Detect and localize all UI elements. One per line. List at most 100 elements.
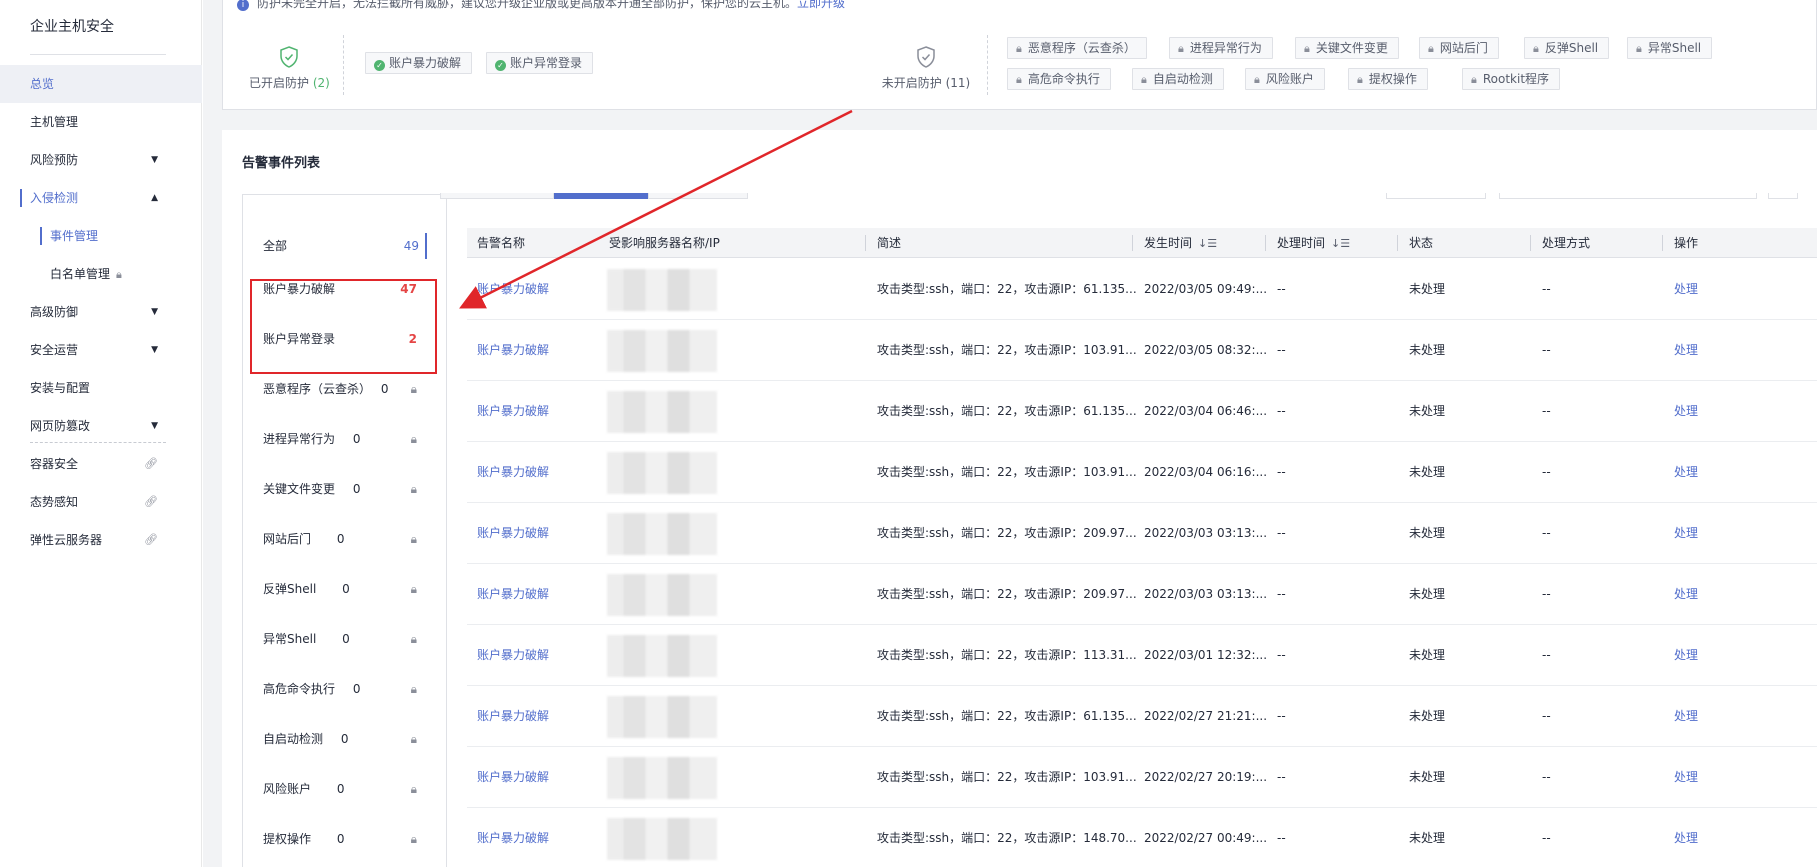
category-count: 0	[352, 482, 361, 496]
lock-icon: 🔒︎	[1471, 73, 1477, 86]
disabled-tag[interactable]: 🔒︎ 异常Shell	[1627, 37, 1713, 59]
occur-time: 2022/02/27 00:49:...	[1144, 831, 1268, 845]
disabled-tag[interactable]: 🔒︎ 高危命令执行	[1007, 68, 1111, 90]
divider	[343, 35, 344, 95]
status-text: 未处理	[1409, 587, 1446, 601]
category-dangerous-command[interactable]: 高危命令执行 0 🔒︎	[243, 664, 447, 714]
select-fragment[interactable]	[1386, 193, 1486, 199]
alarm-name-link[interactable]: 账户暴力破解	[467, 686, 549, 746]
column-divider	[1132, 235, 1133, 251]
handle-action-link[interactable]: 处理	[1664, 503, 1698, 563]
sidebar-item-intrusion-detection[interactable]: 入侵检测 ▲	[0, 179, 202, 217]
tab-fragment-active[interactable]	[554, 193, 648, 199]
sidebar-item-label: 入侵检测	[30, 191, 79, 205]
lock-icon: 🔒︎	[1304, 42, 1310, 55]
sidebar-item-overview[interactable]: 总览	[0, 65, 202, 103]
redacted-server-info	[607, 513, 717, 555]
category-abnormal-shell[interactable]: 异常Shell 0 🔒︎	[243, 614, 447, 664]
sidebar-item-host-management[interactable]: 主机管理	[0, 103, 202, 141]
category-file-change[interactable]: 关键文件变更 0 🔒︎	[243, 464, 447, 514]
category-webshell[interactable]: 网站后门 0 🔒︎	[243, 514, 447, 564]
sort-icon: ↓☰	[1198, 237, 1218, 250]
occur-time: 2022/03/05 08:32:...	[1144, 343, 1268, 357]
status-text: 未处理	[1409, 831, 1446, 845]
disabled-tag[interactable]: 🔒︎ 恶意程序（云查杀）	[1007, 37, 1147, 59]
sidebar-item-whitelist-management[interactable]: 白名单管理 🔒︎	[0, 255, 202, 293]
handle-method: --	[1542, 831, 1551, 845]
lock-icon: 🔒︎	[410, 482, 417, 496]
redacted-server-info	[607, 635, 717, 677]
column-header-sortable[interactable]: 处理时间 ↓☰	[1267, 228, 1350, 258]
disabled-tag[interactable]: 🔒︎ 风险账户	[1245, 68, 1325, 90]
upgrade-link[interactable]: 立即升级	[797, 0, 845, 10]
alarm-name-link[interactable]: 账户暴力破解	[467, 747, 549, 807]
external-link-icon: 🔗︎	[144, 533, 158, 546]
handle-action-link[interactable]: 处理	[1664, 808, 1698, 867]
handle-method: --	[1542, 526, 1551, 540]
lock-icon: 🔒︎	[410, 682, 417, 696]
disabled-tag[interactable]: 🔒︎ Rootkit程序	[1462, 68, 1561, 90]
disabled-tag[interactable]: 🔒︎ 进程异常行为	[1169, 37, 1273, 59]
handle-action-link[interactable]: 处理	[1664, 747, 1698, 807]
handle-action-link[interactable]: 处理	[1664, 259, 1698, 319]
lock-icon: 🔒︎	[410, 532, 417, 546]
alarm-name-link[interactable]: 账户暴力破解	[467, 808, 549, 867]
lock-icon: 🔒︎	[1428, 42, 1434, 55]
sidebar-item-elastic-cloud-server[interactable]: 弹性云服务器 🔗︎	[0, 521, 202, 559]
disabled-tag[interactable]: 🔒︎ 网站后门	[1419, 37, 1499, 59]
alarm-name-link[interactable]: 账户暴力破解	[467, 442, 549, 502]
alarm-list-title: 告警事件列表	[242, 156, 321, 171]
category-reverse-shell[interactable]: 反弹Shell 0 🔒︎	[243, 564, 447, 614]
settings-button-fragment[interactable]	[1768, 193, 1798, 199]
caret-down-icon: ▼	[151, 155, 158, 165]
alarm-name-link[interactable]: 账户暴力破解	[467, 381, 549, 441]
alarm-name-link[interactable]: 账户暴力破解	[467, 625, 549, 685]
sidebar-item-event-management[interactable]: 事件管理	[0, 217, 202, 255]
disabled-tag[interactable]: 🔒︎ 关键文件变更	[1295, 37, 1399, 59]
status-text: 未处理	[1409, 709, 1446, 723]
sidebar-item-label: 白名单管理	[50, 267, 111, 281]
disabled-tag[interactable]: 🔒︎ 反弹Shell	[1524, 37, 1610, 59]
sidebar: 企业主机安全 总览 主机管理 风险预防 ▼ 入侵检测 ▲ 事件管理 白名单管理 🔒︎ …	[0, 0, 202, 867]
disabled-tag[interactable]: 🔒︎ 提权操作	[1348, 68, 1428, 90]
handle-action-link[interactable]: 处理	[1664, 320, 1698, 380]
sidebar-item-risk-prevention[interactable]: 风险预防 ▼	[0, 141, 202, 179]
table-row: 账户暴力破解 攻击类型:ssh，端口：22，攻击源IP：61.135... 2022…	[467, 686, 1817, 747]
sidebar-item-situation-awareness[interactable]: 态势感知 🔗︎	[0, 483, 202, 521]
check-icon: ✓	[374, 60, 385, 71]
column-divider	[1530, 235, 1531, 251]
category-process-anomaly[interactable]: 进程异常行为 0 🔒︎	[243, 414, 447, 464]
alarm-name-link[interactable]: 账户暴力破解	[467, 564, 549, 624]
redacted-server-info	[607, 757, 717, 799]
handle-action-link[interactable]: 处理	[1664, 442, 1698, 502]
column-header: 状态	[1409, 236, 1434, 250]
handle-action-link[interactable]: 处理	[1664, 625, 1698, 685]
alarm-name-link[interactable]: 账户暴力破解	[467, 503, 549, 563]
handle-time: --	[1277, 709, 1286, 723]
column-header: 处理方式	[1542, 236, 1591, 250]
alarm-name-link[interactable]: 账户暴力破解	[467, 259, 549, 319]
category-count: 0	[352, 682, 361, 696]
column-header-sortable[interactable]: 发生时间 ↓☰	[1134, 228, 1217, 258]
shield-icon	[917, 46, 935, 68]
handle-action-link[interactable]: 处理	[1664, 564, 1698, 624]
category-privilege-escalation[interactable]: 提权操作 0 🔒︎	[243, 814, 447, 864]
alarm-name-link[interactable]: 账户暴力破解	[467, 320, 549, 380]
tab-fragment[interactable]	[648, 193, 748, 199]
status-text: 未处理	[1409, 648, 1446, 662]
sidebar-item-web-tamper-protection[interactable]: 网页防篡改 ▼	[0, 407, 202, 445]
redacted-server-info	[607, 269, 717, 311]
sidebar-item-advanced-defense[interactable]: 高级防御 ▼	[0, 293, 202, 331]
tab-fragment[interactable]	[440, 193, 554, 199]
handle-action-link[interactable]: 处理	[1664, 381, 1698, 441]
handle-action-link[interactable]: 处理	[1664, 686, 1698, 746]
alarm-summary: 攻击类型:ssh，端口：22，攻击源IP：103.91...	[877, 343, 1137, 357]
category-risk-account[interactable]: 风险账户 0 🔒︎	[243, 764, 447, 814]
search-input-fragment[interactable]	[1499, 193, 1757, 199]
caret-down-icon: ▼	[151, 307, 158, 317]
sidebar-item-container-security[interactable]: 容器安全 🔗︎	[0, 445, 202, 483]
category-autostart[interactable]: 自启动检测 0 🔒︎	[243, 714, 447, 764]
sidebar-item-install-config[interactable]: 安装与配置	[0, 369, 202, 407]
sidebar-item-security-operations[interactable]: 安全运营 ▼	[0, 331, 202, 369]
disabled-tag[interactable]: 🔒︎ 自启动检测	[1132, 68, 1224, 90]
